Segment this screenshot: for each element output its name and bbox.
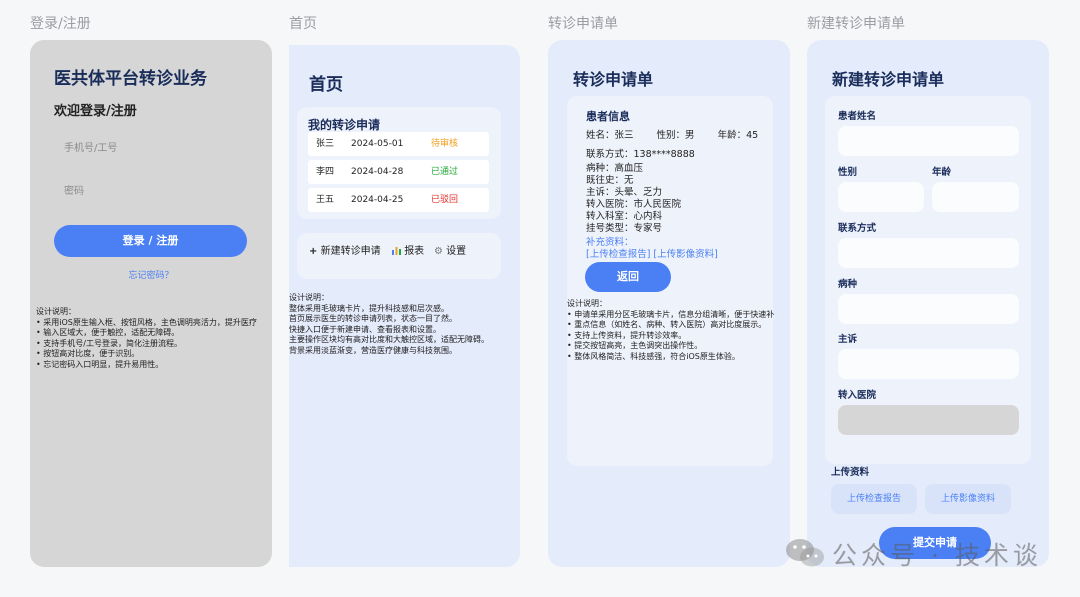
- complaint-label: 主诉: [838, 334, 858, 345]
- action-label: 报表: [404, 246, 425, 257]
- age-input[interactable]: [932, 182, 1019, 212]
- action-label: 设置: [446, 246, 467, 257]
- home-screen: 首页 我的转诊申请 张三 2024-05-01 待审核 李四 2024-04-2…: [289, 45, 520, 567]
- complaint-input[interactable]: [838, 349, 1019, 379]
- contact-line: 联系方式：138****8888: [586, 149, 695, 160]
- upload-links[interactable]: [上传检查报告] [上传影像资料]: [586, 246, 718, 260]
- referral-date: 2024-04-28: [351, 167, 404, 177]
- section-label-login: 登录/注册: [30, 16, 91, 32]
- note-line: • 忘记密码入口明显，提升易用性。: [36, 359, 164, 369]
- note-line: 快捷入口便于新建申请、查看报表和设置。: [289, 324, 441, 334]
- referral-design-notes: 设计说明： • 申请单采用分区毛玻璃卡片，信息分组清晰，便于快速补 • 重点信息…: [567, 299, 774, 362]
- contact-input[interactable]: [838, 238, 1019, 268]
- section-label-home: 首页: [289, 16, 317, 32]
- table-row[interactable]: 张三 2024-05-01 待审核: [308, 132, 489, 156]
- note-line: • 整体风格简洁、科技感强，符合iOS原生体验。: [567, 351, 740, 361]
- note-line: • 按钮高对比度，便于识别。: [36, 349, 140, 358]
- patient-name-label: 患者姓名: [838, 111, 877, 122]
- note-line: • 输入区域大，便于触控，适配无障碍。: [36, 328, 180, 337]
- quick-actions: + 新建转诊申请 报表 ⚙ 设置: [297, 233, 501, 279]
- referral-screen: 转诊申请单 患者信息 姓名：张三 性别：男 年龄：45 联系方式：138****…: [548, 40, 790, 567]
- section-title: 患者信息: [586, 110, 630, 123]
- contact-label: 联系方式: [838, 223, 877, 234]
- patient-name: 李四: [316, 167, 335, 177]
- wechat-icon: [786, 539, 824, 567]
- login-title: 医共体平台转诊业务: [54, 69, 207, 89]
- note-line: • 重点信息（如姓名、病种、转入医院）高对比度展示。: [567, 320, 767, 329]
- watermark: 公众号 · 技术谈: [784, 532, 1064, 576]
- login-design-notes: 设计说明： • 采用iOS原生输入框、按钮风格，主色调明亮活力，提升医疗 • 输…: [36, 307, 257, 370]
- login-screen: 医共体平台转诊业务 欢迎登录/注册 登录 / 注册 忘记密码？ 设计说明： • …: [30, 40, 272, 567]
- note-line: • 采用iOS原生输入框、按钮风格，主色调明亮活力，提升医疗: [36, 317, 257, 327]
- gender-label: 性别: [838, 167, 858, 178]
- login-button[interactable]: 登录 / 注册: [54, 225, 247, 257]
- table-row[interactable]: 李四 2024-04-28 已通过: [308, 160, 489, 184]
- section-label-referral: 转诊申请单: [548, 16, 618, 32]
- password-input[interactable]: [54, 175, 270, 209]
- gender-input[interactable]: [838, 182, 924, 212]
- new-referral-title: 新建转诊申请单: [832, 70, 945, 89]
- note-line: • 申请单采用分区毛玻璃卡片，信息分组清晰，便于快速补: [567, 309, 775, 319]
- status-badge: 已通过: [431, 167, 459, 177]
- hospital-label: 转入医院: [838, 390, 877, 401]
- patient-name: 姓名：张三: [586, 130, 634, 141]
- patient-age: 年龄：45: [717, 130, 759, 141]
- section-label-new-referral: 新建转诊申请单: [807, 16, 905, 32]
- status-badge: 已驳回: [431, 195, 459, 205]
- status-badge: 待审核: [431, 139, 459, 149]
- note-line: • 提交按钮高亮，主色调突出操作性。: [567, 341, 703, 350]
- settings-action[interactable]: ⚙ 设置: [434, 242, 466, 257]
- note-line: 设计说明：: [567, 299, 607, 308]
- new-referral-form: 患者姓名 性别 年龄 联系方式 病种 主诉 转入医院: [825, 96, 1031, 464]
- hospital-select[interactable]: [838, 405, 1019, 435]
- note-line: 设计说明：: [289, 293, 329, 302]
- home-design-notes: 设计说明： 整体采用毛玻璃卡片，提升科技感和层次感。 首页展示医生的转诊申请列表…: [289, 293, 489, 356]
- table-row[interactable]: 王五 2024-04-25 已驳回: [308, 188, 489, 212]
- age-label: 年龄: [932, 167, 952, 178]
- upload-report-button[interactable]: 上传检查报告: [831, 484, 917, 514]
- watermark-text: 公众号 · 技术谈: [832, 541, 1042, 570]
- card-title: 我的转诊申请: [308, 118, 381, 132]
- note-line: 主要操作区块均有高对比度和大触控区域，适配无障碍。: [289, 335, 489, 344]
- note-line: • 支持手机号/工号登录，简化注册流程。: [36, 338, 182, 348]
- plus-icon: +: [309, 246, 318, 257]
- gear-icon: ⚙: [434, 246, 443, 257]
- note-line: 设计说明：: [36, 307, 76, 316]
- patient-name: 张三: [316, 139, 335, 149]
- note-line: 整体采用毛玻璃卡片，提升科技感和层次感。: [289, 303, 449, 313]
- registration-type-line: 挂号类型：专家号: [586, 223, 663, 234]
- referral-date: 2024-05-01: [351, 139, 404, 149]
- action-label: 新建转诊申请: [320, 246, 381, 257]
- note-line: • 支持上传资料，提升转诊效率。: [567, 330, 687, 340]
- upload-image-button[interactable]: 上传影像资料: [925, 484, 1011, 514]
- note-line: 首页展示医生的转诊申请列表，状态一目了然。: [289, 314, 457, 323]
- bar-chart-icon: [392, 247, 401, 255]
- note-line: 背景采用淡蓝渐变，营造医疗健康与科技氛围。: [289, 345, 457, 355]
- upload-section-label: 上传资料: [831, 467, 870, 478]
- phone-input[interactable]: [54, 132, 270, 166]
- patient-name: 王五: [316, 195, 335, 205]
- referral-title: 转诊申请单: [573, 70, 654, 89]
- patient-basic-info: 姓名：张三 性别：男 年龄：45: [586, 127, 758, 141]
- patient-name-input[interactable]: [838, 126, 1019, 156]
- my-referrals-card: 我的转诊申请 张三 2024-05-01 待审核 李四 2024-04-28 已…: [297, 107, 501, 219]
- forgot-password-link[interactable]: 忘记密码？: [30, 268, 272, 281]
- back-button[interactable]: 返回: [585, 262, 671, 292]
- home-title: 首页: [309, 75, 343, 95]
- patient-gender: 性别：男: [656, 130, 695, 141]
- new-referral-screen: 新建转诊申请单 患者姓名 性别 年龄 联系方式 病种 主诉 转入医院 上传资料 …: [807, 40, 1049, 567]
- new-referral-action[interactable]: + 新建转诊申请: [309, 242, 381, 257]
- disease-input[interactable]: [838, 294, 1019, 324]
- report-action[interactable]: 报表: [392, 242, 424, 257]
- disease-label: 病种: [838, 279, 858, 290]
- login-subtitle: 欢迎登录/注册: [54, 104, 137, 119]
- referral-date: 2024-04-25: [351, 195, 404, 205]
